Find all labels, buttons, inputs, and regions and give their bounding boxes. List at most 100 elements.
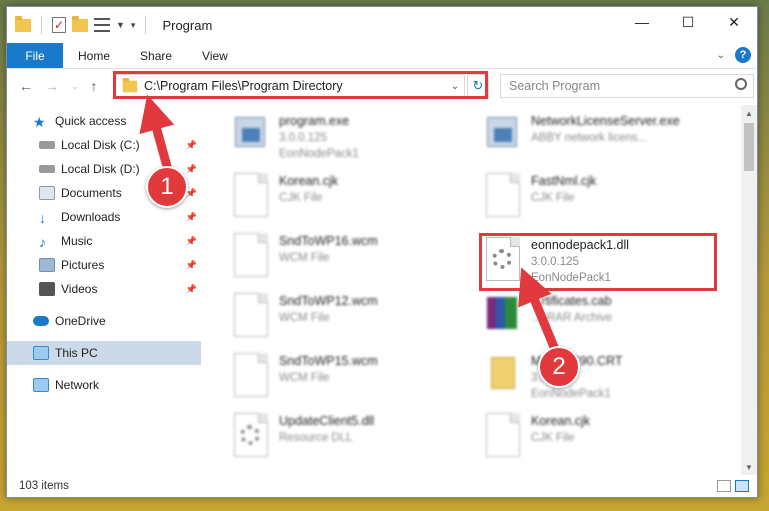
pin-icon[interactable]: 📌: [186, 284, 197, 295]
maximize-icon[interactable]: ☐: [665, 7, 711, 37]
details-view-icon[interactable]: [717, 480, 731, 492]
address-row: ← → ⌄ ↑ C:\Program Files\Program Directo…: [7, 69, 757, 103]
document-icon: [231, 351, 271, 399]
file-list: program.exe 3.0.0.125 EonNodePack1 Korean.…: [201, 105, 757, 475]
new-folder-icon[interactable]: [72, 15, 88, 32]
sidebar-item-pictures[interactable]: Pictures 📌: [7, 253, 201, 277]
file-meta: Resource DLL: [279, 432, 353, 444]
search-input[interactable]: Search Program: [500, 74, 754, 98]
item-count: 103 items: [19, 480, 69, 492]
view-options-icon[interactable]: [94, 18, 110, 32]
list-item[interactable]: SndToWP16.wcm WCM File: [231, 231, 461, 287]
pin-icon[interactable]: 📌: [186, 164, 197, 175]
scroll-down-icon[interactable]: ▼: [741, 459, 757, 475]
file-meta: CJK File: [531, 432, 575, 444]
expand-ribbon-icon[interactable]: ⌄: [717, 50, 725, 61]
exe-file-icon: [231, 111, 271, 159]
file-meta: WCM File: [279, 372, 330, 384]
sidebar-item-label: This PC: [55, 346, 98, 360]
list-item[interactable]: program.exe 3.0.0.125 EonNodePack1: [231, 111, 461, 167]
recent-chevron-icon[interactable]: ⌄: [71, 81, 79, 92]
list-item[interactable]: NetworkLicenseServer.exe ABBY network lic…: [483, 111, 713, 167]
list-item[interactable]: UpdateClient5.dll Resource DLL: [231, 411, 461, 467]
explorer-window: ✓ ▼ ▾ Program — ☐ ✕ File Home Share View…: [6, 6, 758, 498]
pin-icon[interactable]: 📌: [186, 140, 197, 151]
file-name: UpdateClient5.dll: [279, 414, 375, 428]
window-title: Program: [162, 17, 213, 33]
sidebar-item-label: Quick access: [55, 114, 127, 128]
sidebar-item-videos[interactable]: Videos 📌: [7, 277, 201, 301]
up-arrow-icon[interactable]: ↑: [91, 78, 98, 94]
file-name: FastNml.cjk: [531, 174, 597, 188]
sidebar-item-label: OneDrive: [55, 314, 106, 328]
sidebar-item-label: Local Disk (C:): [61, 138, 140, 152]
document-icon: [231, 291, 271, 339]
list-item[interactable]: SndToWP15.wcm WCM File: [231, 351, 461, 407]
music-icon: ♪: [39, 234, 46, 250]
tab-file[interactable]: File: [7, 43, 63, 68]
file-meta: 3.0.0.125: [279, 132, 327, 144]
sidebar-item-label: Music: [61, 234, 93, 248]
sidebar-item-label: Local Disk (D:): [61, 162, 140, 176]
document-icon: [483, 411, 523, 459]
file-name: SndToWP12.wcm: [279, 294, 378, 308]
scrollbar-thumb[interactable]: [744, 123, 754, 171]
step-badge-1: 1: [146, 166, 188, 208]
scroll-up-icon[interactable]: ▲: [741, 105, 757, 121]
sidebar-item-local-disk-c[interactable]: Local Disk (C:) 📌: [7, 133, 201, 157]
title-bar: ✓ ▼ ▾ Program — ☐ ✕: [7, 7, 757, 43]
help-icon[interactable]: ?: [735, 47, 751, 63]
tiles-view-icon[interactable]: [735, 480, 749, 492]
ribbon-side: ⌄ ?: [717, 47, 751, 63]
forward-arrow-icon[interactable]: →: [45, 78, 59, 94]
pin-icon[interactable]: 📌: [186, 212, 197, 223]
sidebar-item-quick-access[interactable]: ★ Quick access: [7, 109, 201, 133]
file-name: program.exe: [279, 114, 350, 128]
chevron-down-icon[interactable]: ▼: [116, 20, 125, 30]
content-area: ★ Quick access Local Disk (C:) 📌 Local D…: [7, 105, 757, 475]
file-meta: ...nRAR Archive: [531, 312, 613, 324]
pin-icon[interactable]: 📌: [186, 260, 197, 271]
list-item[interactable]: M...ft.VC90.CRT3.0...EonNodePack1: [483, 351, 713, 407]
file-name: ...rtificates.cab: [531, 294, 612, 308]
sidebar-item-this-pc[interactable]: This PC: [7, 341, 201, 365]
list-item[interactable]: ...rtificates.cab ...nRAR Archive: [483, 291, 713, 347]
sidebar-item-label: Documents: [61, 186, 122, 200]
minimize-icon[interactable]: —: [619, 7, 665, 37]
close-icon[interactable]: ✕: [711, 7, 757, 37]
sidebar-item-onedrive[interactable]: OneDrive: [7, 309, 201, 333]
search-placeholder: Search Program: [509, 79, 601, 93]
file-meta: WCM File: [279, 252, 330, 264]
vertical-scrollbar[interactable]: ▲ ▼: [741, 105, 757, 475]
list-item[interactable]: Korean.cjk CJK File: [231, 171, 461, 227]
sidebar-item-network[interactable]: Network: [7, 373, 201, 397]
file-name: Korean.cjk: [531, 414, 591, 428]
tab-view[interactable]: View: [187, 43, 243, 68]
tab-share[interactable]: Share: [125, 43, 187, 68]
navigation-pane: ★ Quick access Local Disk (C:) 📌 Local D…: [7, 105, 201, 475]
sidebar-item-downloads[interactable]: ↓ Downloads 📌: [7, 205, 201, 229]
pin-icon[interactable]: 📌: [186, 236, 197, 247]
file-name: NetworkLicenseServer.exe: [531, 114, 680, 128]
sidebar-item-music[interactable]: ♪ Music 📌: [7, 229, 201, 253]
file-name: SndToWP15.wcm: [279, 354, 378, 368]
tab-home[interactable]: Home: [63, 43, 125, 68]
archive-icon: [483, 291, 523, 339]
properties-check-icon[interactable]: ✓: [52, 17, 66, 33]
download-icon: ↓: [39, 210, 46, 226]
divider: [41, 16, 42, 34]
drive-icon: [39, 141, 55, 149]
sidebar-item-label: Pictures: [61, 258, 105, 272]
back-arrow-icon[interactable]: ←: [19, 78, 33, 94]
customize-toolbar-icon[interactable]: ▾: [131, 20, 136, 31]
list-item[interactable]: Korean.cjk CJK File: [483, 411, 713, 467]
list-item[interactable]: SndToWP12.wcm WCM File: [231, 291, 461, 347]
document-icon: [231, 231, 271, 279]
folder-icon: [15, 15, 31, 32]
star-icon: ★: [33, 114, 46, 130]
pictures-icon: [39, 258, 55, 272]
search-icon[interactable]: [735, 78, 747, 90]
drive-icon: [39, 165, 55, 173]
network-icon: [33, 378, 49, 392]
list-item[interactable]: FastNml.cjk CJK File: [483, 171, 713, 227]
